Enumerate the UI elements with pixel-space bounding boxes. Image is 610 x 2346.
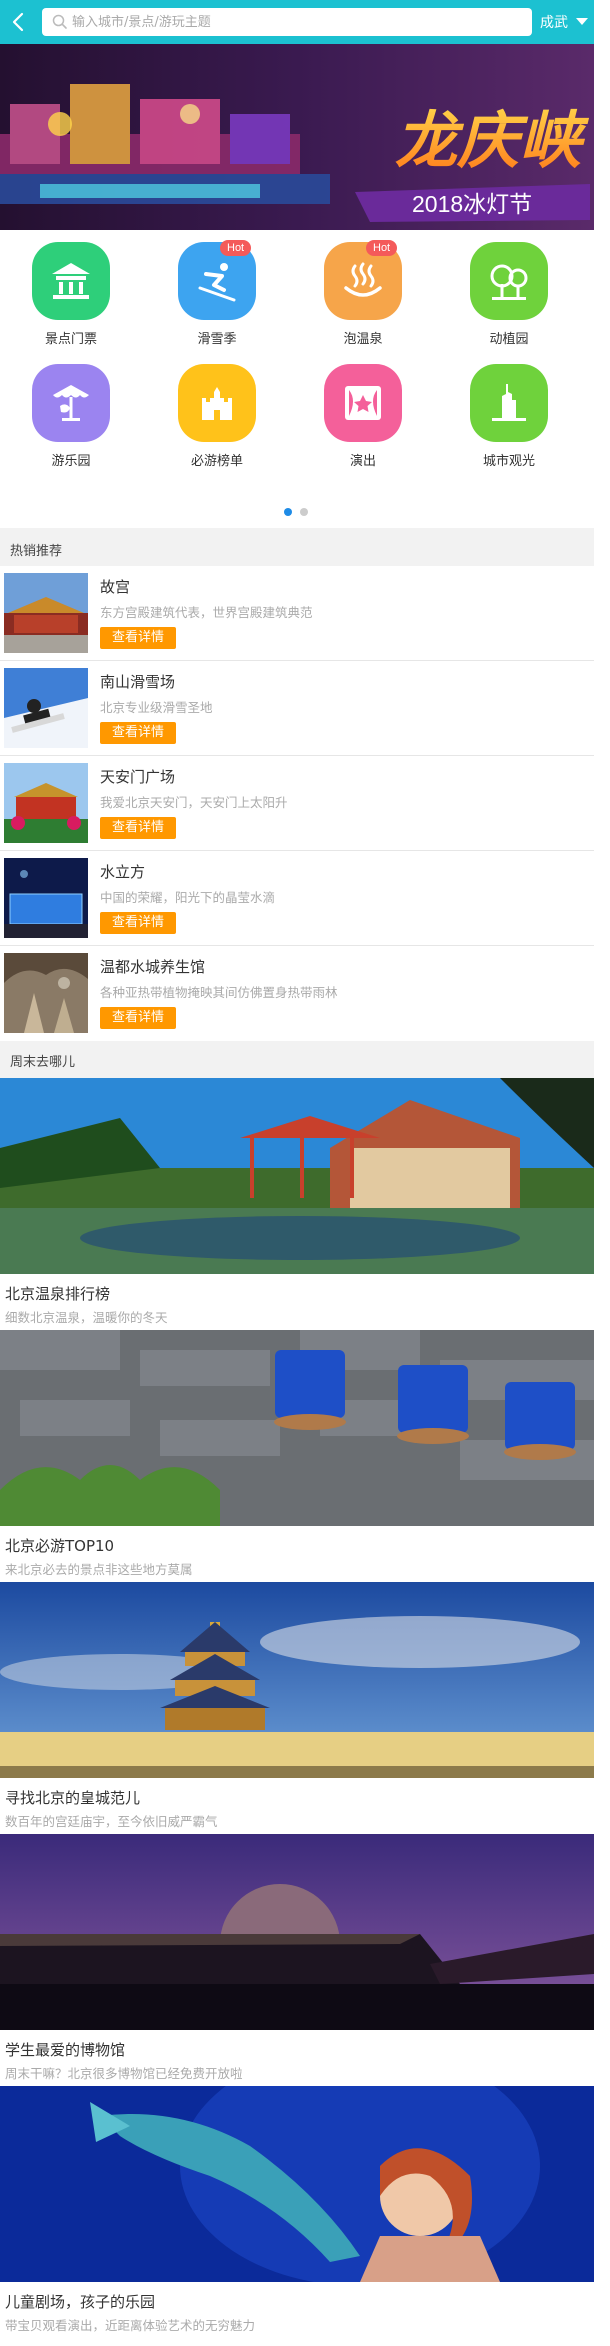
item-title: 故宫 [100, 578, 131, 596]
carousel-pager [278, 508, 318, 518]
category-ski[interactable]: Hot 滑雪季 [146, 240, 266, 352]
category-tickets[interactable]: 景点门票 [0, 242, 120, 352]
view-details-button[interactable]: 查看详情 [100, 627, 176, 649]
item-description: 北京专业级滑雪圣地 [100, 700, 213, 715]
card-subtitle: 数百年的宫廷庙宇，至今依旧威严霸气 [5, 1814, 218, 1829]
hot-section-header: 热销推荐 [0, 530, 594, 566]
list-item[interactable]: 儿童剧场，孩子的乐园 带宝贝观看演出，近距离体验艺术的无穷魅力 [0, 2086, 594, 2338]
card-title: 北京必游TOP10 [5, 1537, 115, 1555]
list-item[interactable]: 南山滑雪场 北京专业级滑雪圣地 查看详情 [0, 661, 594, 756]
view-details-button[interactable]: 查看详情 [100, 817, 176, 839]
list-item[interactable]: 温都水城养生馆 各种亚热带植物掩映其间仿佛置身热带雨林 查看详情 [0, 946, 594, 1041]
weekend-section-header: 周末去哪儿 [0, 1041, 594, 1077]
view-details-button[interactable]: 查看详情 [100, 722, 176, 744]
list-item[interactable]: 故宫 东方宫殿建筑代表，世界宫殿建筑典范 查看详情 [0, 566, 594, 661]
card-image [0, 1078, 594, 1274]
card-image [0, 1330, 594, 1526]
right-gutter [594, 0, 610, 2346]
card-subtitle: 细数北京温泉，温暖你的冬天 [5, 1310, 168, 1325]
item-title: 水立方 [100, 863, 146, 881]
card-subtitle: 来北京必去的景点非这些地方莫属 [5, 1562, 193, 1577]
tower-icon [470, 364, 548, 442]
category-label: 游乐园 [51, 454, 91, 469]
search-input[interactable] [72, 11, 512, 33]
card-subtitle: 带宝贝观看演出，近距离体验艺术的无穷魅力 [5, 2318, 256, 2333]
category-label: 动植园 [489, 332, 529, 347]
item-description: 各种亚热带植物掩映其间仿佛置身热带雨林 [100, 985, 338, 1000]
list-item[interactable]: 寻找北京的皇城范儿 数百年的宫廷庙宇，至今依旧威严霸气 [0, 1582, 594, 1834]
category-amusement-park[interactable]: 游乐园 [0, 364, 120, 474]
list-item[interactable]: 北京必游TOP10 来北京必去的景点非这些地方莫属 [0, 1330, 594, 1582]
category-grid: 景点门票 Hot 滑雪季 Hot 泡温泉 动植园 游乐园 必游榜单 演出 城市观… [0, 230, 594, 528]
item-title: 南山滑雪场 [100, 673, 176, 691]
thumbnail [4, 573, 88, 653]
temple-icon [32, 242, 110, 320]
category-label: 城市观光 [482, 454, 535, 469]
card-image [0, 1834, 594, 2030]
search-icon [52, 14, 67, 29]
top-bar: 成武 [0, 0, 594, 44]
item-title: 温都水城养生馆 [100, 958, 206, 976]
category-shows[interactable]: 演出 [292, 364, 412, 474]
card-title: 儿童剧场，孩子的乐园 [5, 2293, 156, 2311]
promo-banner[interactable]: 龙庆峡 2018冰灯节 [0, 44, 594, 230]
view-details-button[interactable]: 查看详情 [100, 1007, 176, 1029]
view-details-button[interactable]: 查看详情 [100, 912, 176, 934]
pager-dot[interactable] [300, 508, 308, 516]
thumbnail [4, 953, 88, 1033]
section-title: 热销推荐 [10, 544, 63, 559]
chevron-left-icon [12, 12, 24, 32]
category-label: 必游榜单 [190, 454, 243, 469]
list-item[interactable]: 天安门广场 我爱北京天安门，天安门上太阳升 查看详情 [0, 756, 594, 851]
tree-icon [470, 242, 548, 320]
thumbnail [4, 763, 88, 843]
city-label: 成武 [540, 15, 568, 31]
list-item[interactable]: 水立方 中国的荣耀，阳光下的晶莹水滴 查看详情 [0, 851, 594, 946]
category-city-tour[interactable]: 城市观光 [438, 364, 558, 474]
hot-list: 故宫 东方宫殿建筑代表，世界宫殿建筑典范 查看详情 南山滑雪场 北京专业级滑雪圣… [0, 566, 594, 1041]
category-label: 演出 [349, 454, 376, 469]
section-title: 周末去哪儿 [10, 1055, 76, 1070]
category-hot-spring[interactable]: Hot 泡温泉 [292, 240, 412, 352]
banner-subtitle: 2018冰灯节 [412, 191, 532, 217]
item-description: 我爱北京天安门，天安门上太阳升 [100, 795, 288, 810]
hot-badge: Hot [366, 240, 398, 256]
category-label: 景点门票 [44, 332, 97, 347]
city-selector[interactable]: 成武 [540, 12, 592, 34]
page: 成武 [0, 0, 594, 2346]
list-item[interactable]: 北京温泉排行榜 细数北京温泉，温暖你的冬天 [0, 1078, 594, 1330]
card-image [0, 1582, 594, 1778]
castle-icon [178, 364, 256, 442]
thumbnail [4, 668, 88, 748]
category-must-visit[interactable]: 必游榜单 [146, 364, 266, 474]
list-item[interactable]: 学生最爱的博物馆 周末干嘛？北京很多博物馆已经免费开放啦 [0, 1834, 594, 2086]
card-title: 学生最爱的博物馆 [5, 2041, 126, 2059]
category-label: 泡温泉 [343, 332, 383, 347]
carousel-icon [32, 364, 110, 442]
back-button[interactable] [6, 8, 32, 36]
item-description: 中国的荣耀，阳光下的晶莹水滴 [100, 890, 276, 905]
banner-image: 龙庆峡 2018冰灯节 [0, 44, 594, 230]
caret-down-icon [576, 18, 588, 25]
pager-dot[interactable] [284, 508, 292, 516]
weekend-list: 北京温泉排行榜 细数北京温泉，温暖你的冬天 北京必游TOP10 来北京必去的景点… [0, 1078, 594, 2346]
banner-title: 龙庆峡 [395, 104, 590, 177]
hot-badge: Hot [220, 240, 252, 256]
card-title: 北京温泉排行榜 [5, 1285, 111, 1303]
thumbnail [4, 858, 88, 938]
theater-icon [324, 364, 402, 442]
category-zoo-garden[interactable]: 动植园 [438, 242, 558, 352]
card-image [0, 2086, 594, 2282]
category-label: 滑雪季 [197, 332, 237, 347]
item-description: 东方宫殿建筑代表，世界宫殿建筑典范 [100, 605, 313, 620]
card-title: 寻找北京的皇城范儿 [5, 1789, 141, 1807]
item-title: 天安门广场 [100, 768, 176, 786]
card-subtitle: 周末干嘛？北京很多博物馆已经免费开放啦 [5, 2066, 243, 2081]
search-box[interactable] [42, 8, 532, 36]
